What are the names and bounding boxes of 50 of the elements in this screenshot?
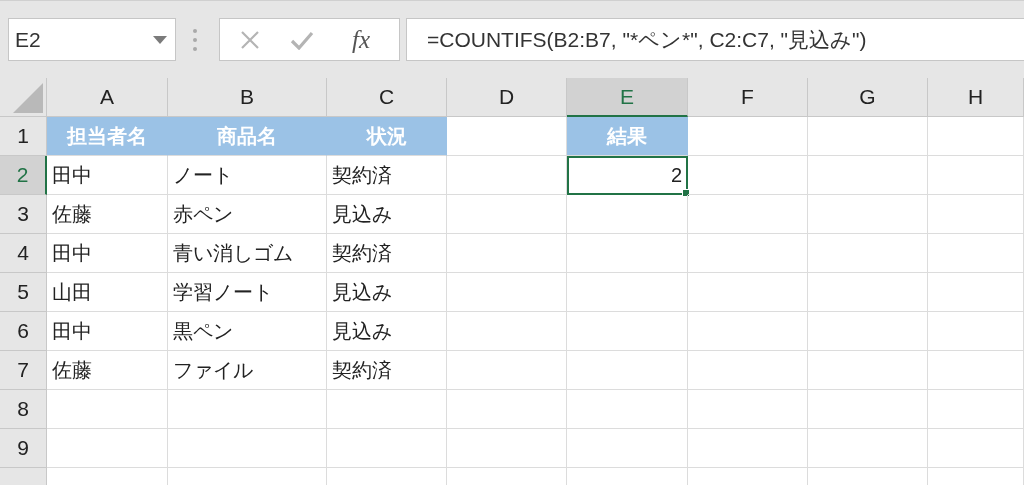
row-header[interactable]: 2	[0, 156, 47, 195]
formula-field[interactable]: =COUNTIFS(B2:B7, "*ペン*", C2:C7, "見込み")	[406, 18, 1024, 61]
table-cell: 田中	[47, 156, 168, 195]
column-header[interactable]: G	[808, 78, 928, 117]
check-icon[interactable]	[290, 29, 314, 50]
table-cell: 見込み	[327, 273, 447, 312]
select-all-button[interactable]	[0, 78, 47, 117]
table-cell: 田中	[47, 234, 168, 273]
table-cell: 田中	[47, 312, 168, 351]
table-cell: 見込み	[327, 312, 447, 351]
header-cell: 状況	[327, 117, 447, 156]
table-cell: 契約済	[327, 156, 447, 195]
insert-function-button[interactable]: fx	[352, 25, 371, 54]
table-cell: 佐藤	[47, 351, 168, 390]
name-box[interactable]: E2	[8, 18, 176, 61]
column-header[interactable]: E	[567, 78, 688, 117]
row-header[interactable]: 3	[0, 195, 47, 234]
column-header[interactable]: D	[447, 78, 567, 117]
column-header[interactable]: F	[688, 78, 808, 117]
row-header[interactable]: 6	[0, 312, 47, 351]
row-header[interactable]: 8	[0, 390, 47, 429]
row-header[interactable]: 7	[0, 351, 47, 390]
table-cell: 見込み	[327, 195, 447, 234]
column-header[interactable]: B	[168, 78, 327, 117]
row-header[interactable]: 9	[0, 429, 47, 468]
close-icon[interactable]	[240, 29, 260, 50]
column-header[interactable]: A	[47, 78, 168, 117]
table-cell: 青い消しゴム	[168, 234, 327, 273]
table-cell: 山田	[47, 273, 168, 312]
triangle-icon	[13, 83, 43, 113]
grip-icon[interactable]	[193, 29, 197, 51]
row-header[interactable]: 4	[0, 234, 47, 273]
table-cell: 赤ペン	[168, 195, 327, 234]
fill-handle[interactable]	[682, 189, 690, 197]
row-header[interactable]: 1	[0, 117, 47, 156]
table-cell: 契約済	[327, 351, 447, 390]
header-cell: 結果	[567, 117, 688, 156]
table-cell: 黒ペン	[168, 312, 327, 351]
table-cell: 学習ノート	[168, 273, 327, 312]
header-cell: 商品名	[168, 117, 327, 156]
table-cell: ファイル	[168, 351, 327, 390]
result-cell: 2	[567, 156, 688, 195]
table-cell: 契約済	[327, 234, 447, 273]
column-header[interactable]: C	[327, 78, 447, 117]
row-header[interactable]: 5	[0, 273, 47, 312]
header-cell: 担当者名	[47, 117, 168, 156]
dropdown-caret-icon[interactable]	[153, 35, 167, 44]
table-cell: ノート	[168, 156, 327, 195]
column-header[interactable]: H	[928, 78, 1024, 117]
table-cell: 佐藤	[47, 195, 168, 234]
